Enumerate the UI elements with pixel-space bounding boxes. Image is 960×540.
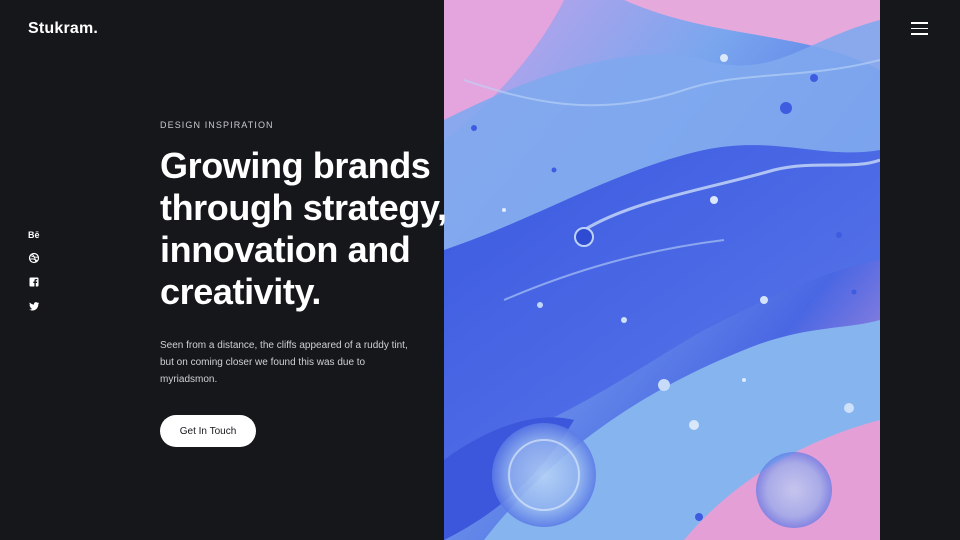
svg-text:Bē: Bē bbox=[28, 230, 40, 240]
hero-eyebrow: DESIGN INSPIRATION bbox=[160, 120, 274, 130]
dribbble-icon[interactable] bbox=[28, 252, 40, 264]
behance-icon[interactable]: Bē bbox=[28, 228, 40, 240]
hero-headline: Growing brands through strategy, innovat… bbox=[160, 145, 447, 312]
get-in-touch-button[interactable]: Get In Touch bbox=[160, 415, 256, 447]
hamburger-menu-icon[interactable] bbox=[909, 20, 931, 36]
social-links: Bē bbox=[28, 228, 42, 324]
fluid-art-image bbox=[444, 0, 880, 540]
brand-logo[interactable]: Stukram. bbox=[28, 20, 98, 38]
landing-page: Stukram. Bē DESIGN INSPIRATION Growing b… bbox=[0, 0, 960, 540]
hero-description: Seen from a distance, the cliffs appeare… bbox=[160, 340, 408, 385]
twitter-icon[interactable] bbox=[28, 300, 40, 312]
facebook-icon[interactable] bbox=[28, 276, 40, 288]
hero-artwork bbox=[444, 0, 880, 540]
